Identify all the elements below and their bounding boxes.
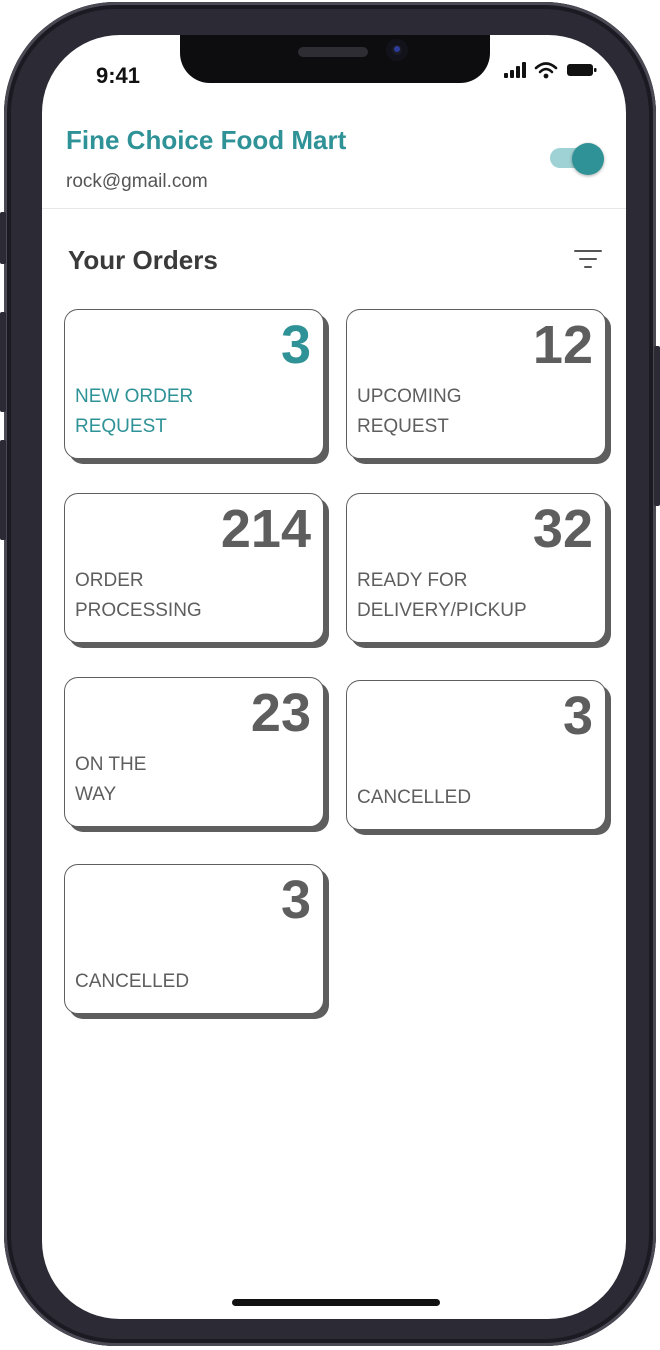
order-card-on-the-way[interactable]: 23 ON THE WAY (64, 677, 324, 827)
order-count: 12 (532, 315, 593, 375)
home-indicator[interactable] (232, 1299, 440, 1306)
battery-icon (567, 64, 597, 76)
order-card-upcoming-request[interactable]: 12 UPCOMING REQUEST (346, 309, 606, 459)
order-count: 3 (562, 686, 593, 746)
order-label: READY FOR DELIVERY/PICKUP (357, 570, 527, 621)
volume-down-button (0, 440, 6, 540)
order-count: 214 (220, 499, 311, 559)
store-name: Fine Choice Food Mart (66, 125, 347, 155)
orders-title: Your Orders (68, 245, 218, 275)
status-time: 9:41 (96, 63, 141, 88)
order-label: CANCELLED (75, 971, 190, 992)
order-card-order-processing[interactable]: 214 ORDER PROCESSING (64, 493, 324, 643)
order-label: ORDER PROCESSING (75, 570, 202, 621)
toggle-knob (572, 143, 604, 175)
order-card-cancelled[interactable]: 3 CANCELLED (346, 680, 606, 830)
power-button (654, 346, 660, 506)
status-icons (504, 61, 598, 79)
order-label: ON THE WAY (75, 754, 147, 805)
camera (386, 39, 408, 61)
order-count: 32 (532, 499, 593, 559)
order-card-ready-for-delivery[interactable]: 32 READY FOR DELIVERY/PICKUP (346, 493, 606, 643)
signal-icon (504, 62, 526, 78)
order-label: NEW ORDER REQUEST (75, 386, 194, 437)
speaker (298, 47, 368, 57)
user-email: rock@gmail.com (66, 171, 208, 192)
order-count: 23 (250, 683, 311, 743)
side-button (0, 212, 6, 264)
order-label: UPCOMING REQUEST (357, 386, 462, 437)
order-count: 3 (280, 315, 311, 375)
wifi-icon (534, 62, 558, 79)
order-card-cancelled[interactable]: 3 CANCELLED (64, 864, 324, 1014)
volume-up-button (0, 312, 6, 412)
screen: 9:41 Fine Choice Food Mart rock@gmail.co… (42, 35, 626, 1319)
order-card-new-order-request[interactable]: 3 NEW ORDER REQUEST (64, 309, 324, 459)
app-header: Fine Choice Food Mart rock@gmail.com (42, 115, 626, 209)
store-status-toggle[interactable] (550, 143, 604, 175)
order-count: 3 (280, 870, 311, 930)
order-label: CANCELLED (357, 787, 472, 808)
phone-frame: 9:41 Fine Choice Food Mart rock@gmail.co… (0, 2, 660, 1346)
notch (180, 35, 490, 83)
filter-icon[interactable] (574, 247, 604, 271)
